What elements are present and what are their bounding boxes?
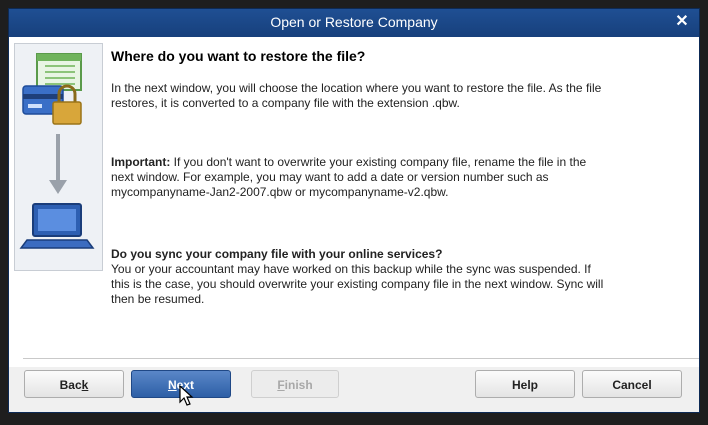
back-label-mnemonic: k — [81, 378, 89, 392]
cancel-button[interactable]: Cancel — [582, 370, 682, 398]
close-icon[interactable]: ✕ — [673, 12, 691, 32]
important-paragraph: Important: If you don't want to overwrit… — [111, 155, 611, 200]
finish-button[interactable]: Finish — [251, 370, 339, 398]
dialog-content: Where do you want to restore the file? I… — [9, 37, 699, 367]
restore-illustration-graphic — [19, 53, 95, 249]
window-title: Open or Restore Company — [270, 14, 438, 30]
sync-paragraph: Do you sync your company file with your … — [111, 247, 611, 307]
page-heading: Where do you want to restore the file? — [111, 48, 366, 64]
important-label: Important: — [111, 155, 171, 169]
finish-label: inish — [284, 378, 313, 392]
restore-illustration — [14, 43, 103, 271]
back-label: Bac — [59, 378, 82, 392]
finish-label-mnemonic: F — [277, 378, 285, 392]
title-bar: Open or Restore Company ✕ — [9, 9, 699, 37]
mouse-cursor-icon — [179, 385, 194, 406]
back-button[interactable]: Back — [24, 370, 124, 398]
footer-divider — [23, 358, 699, 359]
sync-text: You or your accountant may have worked o… — [111, 262, 604, 306]
help-button[interactable]: Help — [475, 370, 575, 398]
instructions: Where do you want to restore the file? I… — [111, 47, 611, 306]
restore-location-paragraph: In the next window, you will choose the … — [111, 81, 602, 110]
important-text: If you don't want to overwrite your exis… — [111, 155, 587, 199]
sync-question: Do you sync your company file with your … — [111, 247, 443, 261]
next-label-mnemonic: N — [167, 378, 177, 392]
open-restore-company-dialog: Open or Restore Company ✕ Where do you w… — [9, 9, 699, 412]
